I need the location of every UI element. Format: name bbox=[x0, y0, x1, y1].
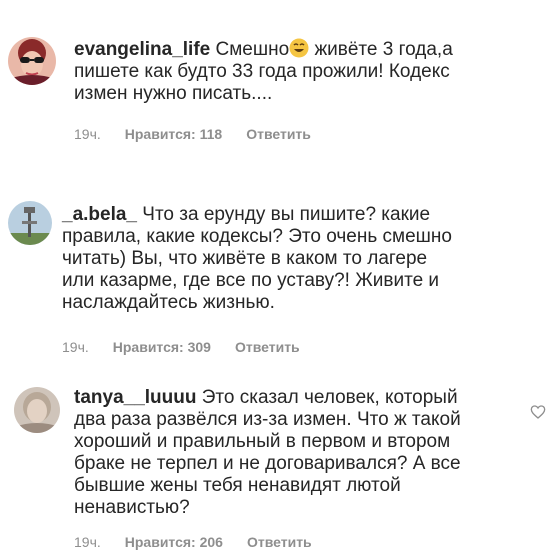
likes-count[interactable]: Нравится: 118 bbox=[125, 126, 222, 142]
text-line: Что за ерунду вы пишите? какие bbox=[137, 204, 431, 225]
text-line: ненавистью? bbox=[74, 497, 190, 518]
timestamp: 19ч. bbox=[74, 126, 101, 142]
comment-meta: 19ч. Нравится: 118 Ответить bbox=[74, 126, 311, 142]
text-line: измен нужно писать.... bbox=[74, 83, 273, 104]
comment-text: evangelina_life Смешно живёте 3 года,а п… bbox=[74, 38, 544, 105]
text-line: браке не терпел и не договаривался? А вс… bbox=[74, 453, 461, 474]
avatar[interactable] bbox=[14, 387, 60, 433]
comment-text: tanya__luuuu Это сказал человек, который… bbox=[74, 387, 524, 519]
username[interactable]: tanya__luuuu bbox=[74, 387, 196, 408]
username[interactable]: evangelina_life bbox=[74, 39, 210, 60]
text-line: правила, какие кодексы? Это очень смешно bbox=[62, 226, 452, 247]
comment-meta: 19ч. Нравится: 206 Ответить bbox=[74, 534, 312, 550]
smiling-emoji-icon bbox=[289, 38, 309, 58]
avatar[interactable] bbox=[8, 37, 56, 85]
comment-meta: 19ч. Нравится: 309 Ответить bbox=[62, 339, 300, 355]
text-line: два раза развёлся из-за измен. Что ж так… bbox=[74, 409, 461, 430]
reply-button[interactable]: Ответить bbox=[247, 534, 312, 550]
heart-icon[interactable] bbox=[530, 404, 546, 425]
reply-button[interactable]: Ответить bbox=[246, 126, 311, 142]
text-line: бывшие жены тебя ненавидят лютой bbox=[74, 475, 401, 496]
text-line: читать) Вы, что живёте в каком то лагере bbox=[62, 248, 428, 269]
text-line: пишете как будто 33 года прожили! Кодекс bbox=[74, 61, 450, 82]
timestamp: 19ч. bbox=[74, 534, 101, 550]
text-line: Смешно bbox=[215, 39, 290, 60]
text-line: Это сказал человек, который bbox=[196, 387, 458, 408]
text-line: живёте 3 года,а bbox=[309, 39, 453, 60]
text-line: хороший и правильный в первом и втором bbox=[74, 431, 451, 452]
timestamp: 19ч. bbox=[62, 339, 89, 355]
username[interactable]: _a.bela_ bbox=[62, 204, 137, 225]
comment-text: _a.bela_ Что за ерунду вы пишите? какие … bbox=[62, 204, 542, 314]
text-line: наслаждайтесь жизнью. bbox=[62, 292, 275, 313]
text-line: или казарме, где все по уставу?! Живите … bbox=[62, 270, 440, 291]
avatar[interactable] bbox=[8, 201, 52, 245]
reply-button[interactable]: Ответить bbox=[235, 339, 300, 355]
likes-count[interactable]: Нравится: 206 bbox=[125, 534, 223, 550]
likes-count[interactable]: Нравится: 309 bbox=[113, 339, 211, 355]
